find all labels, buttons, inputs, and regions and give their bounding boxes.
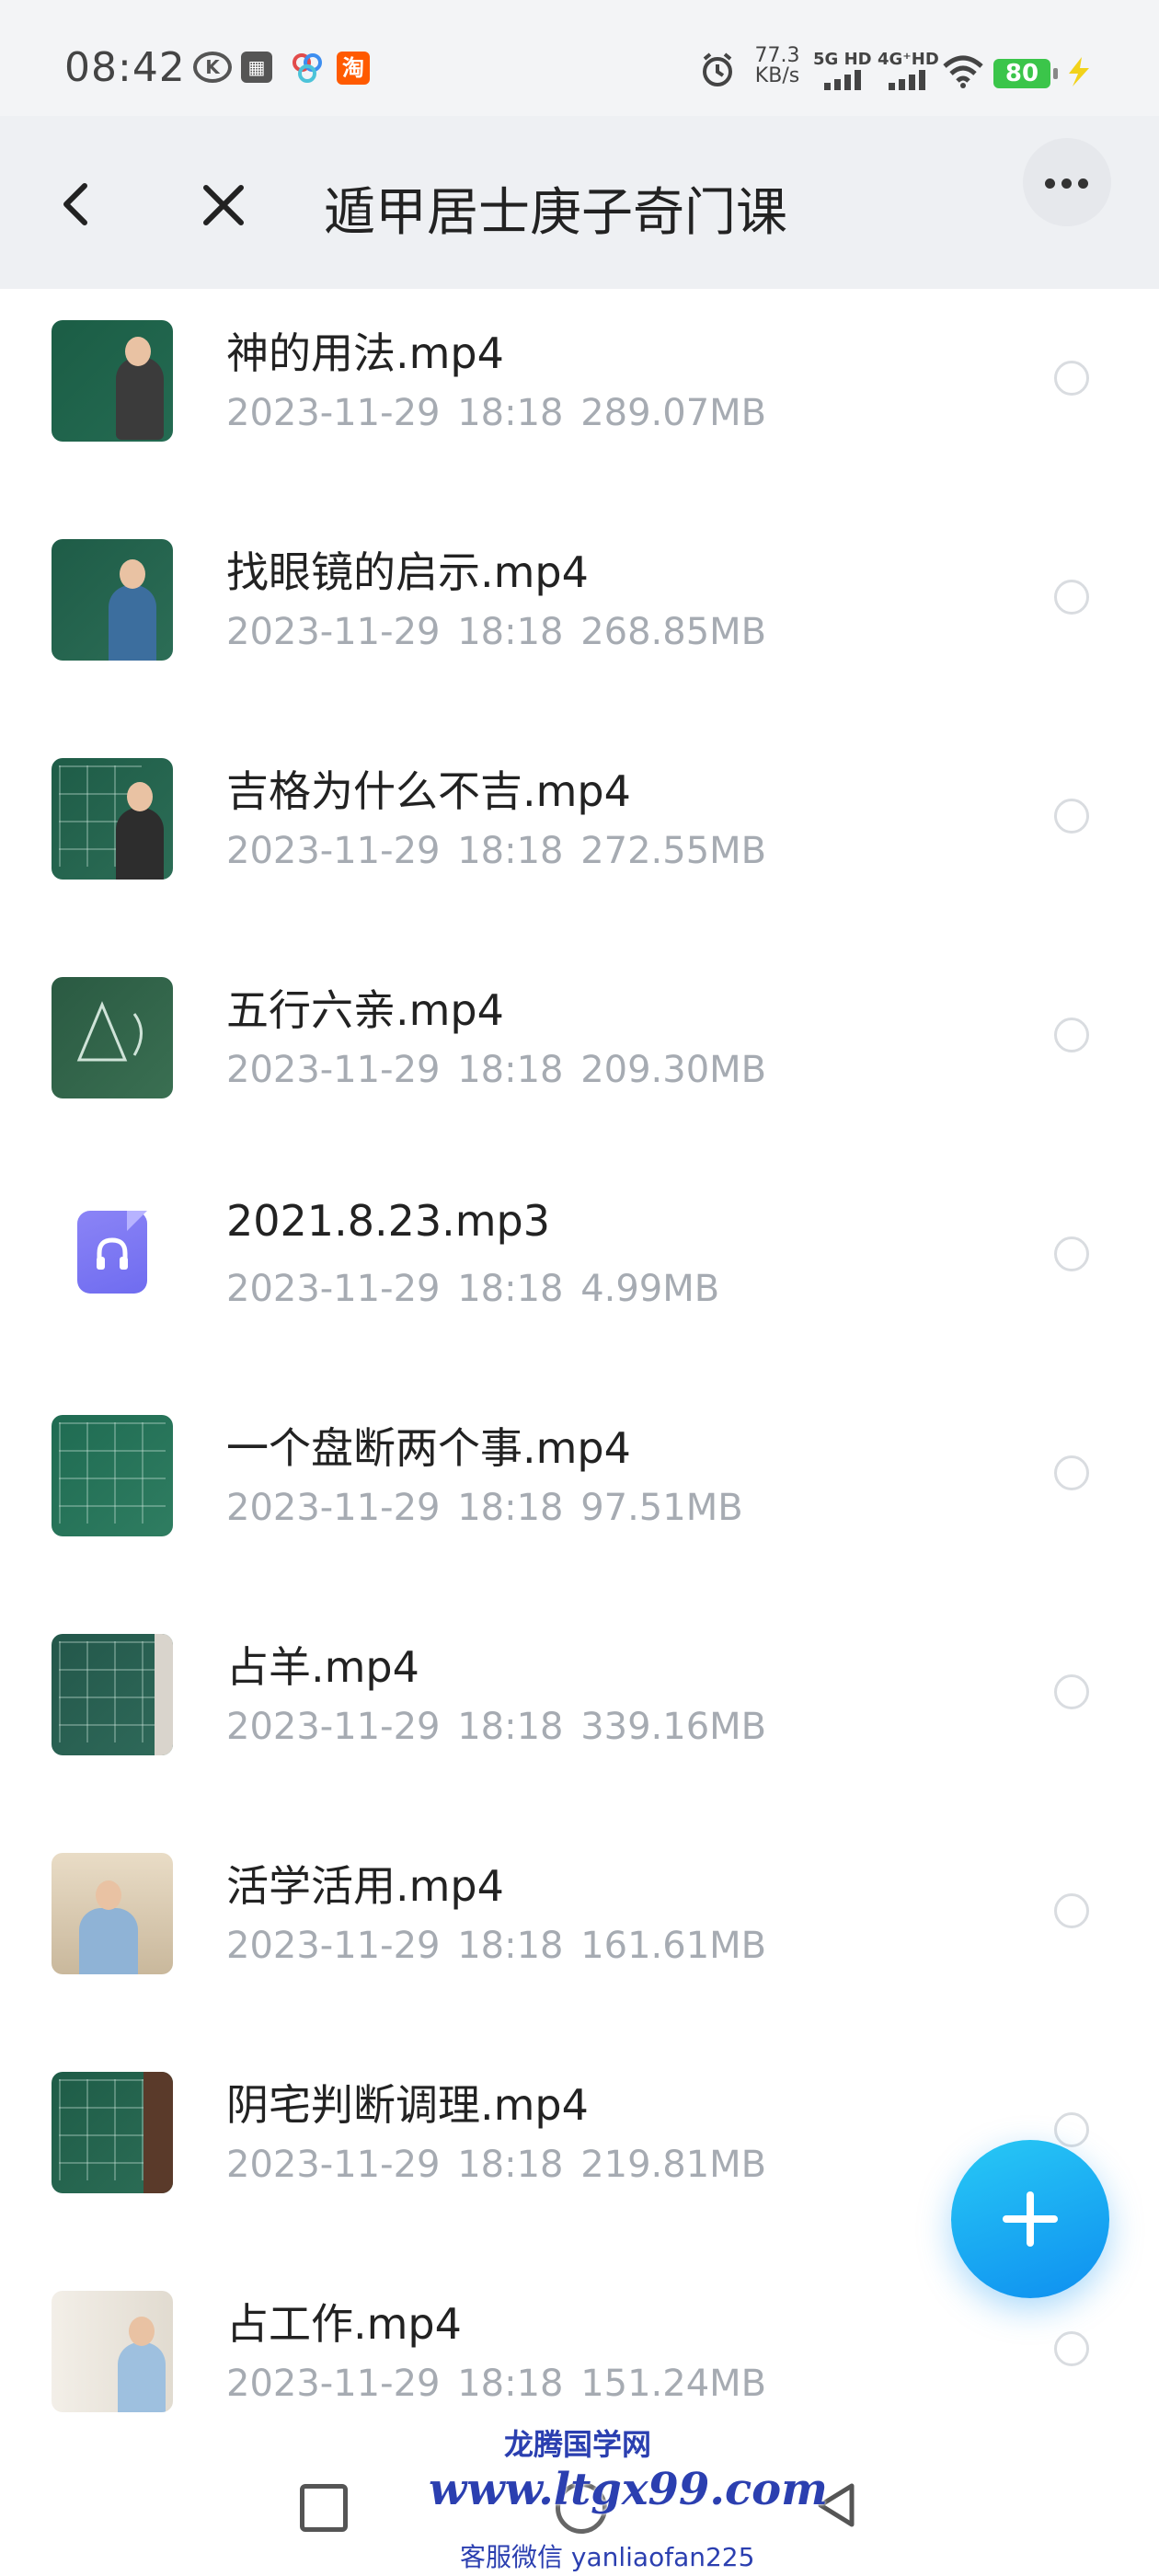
watermark-contact: 客服微信 yanliaofan225 — [460, 2542, 755, 2572]
file-meta: 2023-11-29 18:18 272.55MB — [226, 830, 767, 872]
file-meta: 2023-11-29 18:18 4.99MB — [226, 1268, 720, 1310]
select-radio[interactable] — [1054, 361, 1089, 396]
list-item[interactable]: 吉格为什么不吉.mp4 2023-11-29 18:18 272.55MB — [0, 727, 1159, 946]
list-item[interactable]: 一个盘断两个事.mp4 2023-11-29 18:18 97.51MB — [0, 1384, 1159, 1603]
list-item[interactable]: 活学活用.mp4 2023-11-29 18:18 161.61MB — [0, 1822, 1159, 2041]
watermark-url: www.ltgx99.com — [429, 2464, 828, 2515]
watermark-title: 龙腾国学网 — [504, 2427, 652, 2462]
file-meta: 2023-11-29 18:18 289.07MB — [226, 392, 767, 434]
video-thumbnail — [52, 2072, 173, 2193]
audio-file-icon — [77, 1211, 147, 1294]
select-radio[interactable] — [1054, 799, 1089, 834]
file-meta: 2023-11-29 18:18 268.85MB — [226, 611, 767, 653]
network-label-4g: 4G⁺HD — [878, 50, 939, 69]
charging-bolt-icon — [1069, 57, 1089, 86]
network-speed: 77.3 KB/s — [751, 46, 804, 86]
app-notification-icon: ▦ — [241, 52, 272, 83]
file-name: 占工作.mp4 — [226, 2299, 462, 2349]
file-meta: 2023-11-29 18:18 209.30MB — [226, 1049, 767, 1091]
speed-unit: KB/s — [754, 64, 800, 87]
video-thumbnail — [52, 1853, 173, 1974]
more-dot-icon — [1078, 178, 1088, 189]
wifi-icon — [943, 55, 983, 88]
file-name: 占羊.mp4 — [226, 1642, 419, 1692]
video-thumbnail — [52, 1634, 173, 1755]
file-name: 吉格为什么不吉.mp4 — [226, 766, 631, 816]
select-radio[interactable] — [1054, 1018, 1089, 1052]
video-thumbnail — [52, 1415, 173, 1536]
select-radio[interactable] — [1054, 2331, 1089, 2366]
file-name: 活学活用.mp4 — [226, 1861, 504, 1911]
video-thumbnail — [52, 539, 173, 661]
status-time: 08:42 — [64, 44, 186, 91]
taobao-icon: 淘 — [337, 52, 370, 85]
file-meta: 2023-11-29 18:18 339.16MB — [226, 1706, 767, 1748]
video-thumbnail — [52, 977, 173, 1098]
back-arrow-icon[interactable] — [46, 175, 105, 234]
select-radio[interactable] — [1054, 2112, 1089, 2147]
file-name: 2021.8.23.mp3 — [226, 1196, 551, 1246]
cloud-app-icon — [293, 53, 322, 83]
more-dot-icon — [1061, 178, 1072, 189]
close-icon[interactable] — [191, 173, 256, 237]
list-item[interactable]: 2021.8.23.mp3 2023-11-29 18:18 4.99MB — [0, 1165, 1159, 1384]
list-item[interactable]: 五行六亲.mp4 2023-11-29 18:18 209.30MB — [0, 946, 1159, 1165]
list-item[interactable]: 占羊.mp4 2023-11-29 18:18 339.16MB — [0, 1603, 1159, 1822]
more-options-button[interactable] — [1023, 138, 1111, 226]
file-meta: 2023-11-29 18:18 151.24MB — [226, 2363, 767, 2405]
file-name: 五行六亲.mp4 — [226, 985, 504, 1035]
file-meta: 2023-11-29 18:18 97.51MB — [226, 1487, 743, 1529]
video-thumbnail — [52, 320, 173, 442]
signal-4g-icon — [889, 70, 925, 90]
file-name: 找眼镜的启示.mp4 — [226, 547, 589, 597]
select-radio[interactable] — [1054, 1455, 1089, 1490]
battery-indicator: 80 — [993, 59, 1058, 88]
file-meta: 2023-11-29 18:18 219.81MB — [226, 2144, 767, 2186]
recent-apps-icon[interactable] — [300, 2484, 348, 2532]
video-thumbnail — [52, 758, 173, 880]
file-name: 阴宅判断调理.mp4 — [226, 2080, 589, 2130]
select-radio[interactable] — [1054, 1236, 1089, 1271]
status-bar: 08:42 K ▦ 淘 77.3 KB/s 5G HD 4G⁺HD 80 — [0, 0, 1159, 116]
file-name: 一个盘断两个事.mp4 — [226, 1423, 631, 1473]
select-radio[interactable] — [1054, 1893, 1089, 1928]
video-thumbnail — [52, 2291, 173, 2412]
more-dot-icon — [1045, 178, 1055, 189]
signal-5g-icon — [824, 70, 861, 90]
select-radio[interactable] — [1054, 580, 1089, 615]
network-label-5g: 5G HD — [813, 50, 872, 69]
speed-value: 77.3 — [754, 44, 800, 67]
page-title: 遁甲居士庚子奇门课 — [324, 183, 787, 243]
file-name: 神的用法.mp4 — [226, 328, 504, 378]
list-item[interactable]: 找眼镜的启示.mp4 2023-11-29 18:18 268.85MB — [0, 508, 1159, 727]
add-fab-button[interactable] — [951, 2140, 1109, 2298]
select-radio[interactable] — [1054, 1674, 1089, 1709]
file-meta: 2023-11-29 18:18 161.61MB — [226, 1925, 767, 1967]
alarm-icon — [703, 52, 732, 86]
list-item[interactable]: 神的用法.mp4 2023-11-29 18:18 289.07MB — [0, 289, 1159, 508]
k-app-icon: K — [193, 52, 232, 83]
